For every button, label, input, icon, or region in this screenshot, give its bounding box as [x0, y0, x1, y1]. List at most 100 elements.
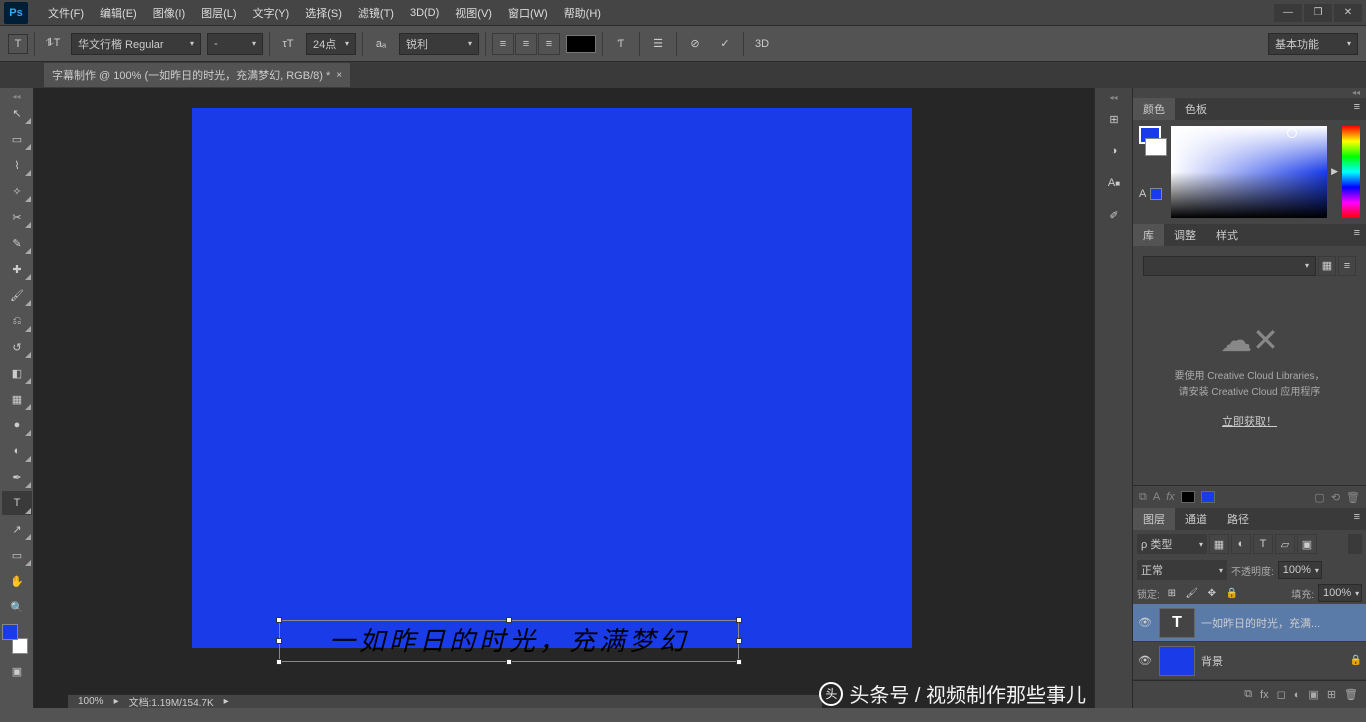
- canvas[interactable]: [192, 108, 912, 648]
- filter-smart-icon[interactable]: ▣: [1297, 534, 1317, 554]
- path-tool[interactable]: ↗: [2, 517, 32, 541]
- tool-preset-icon[interactable]: T: [8, 34, 28, 54]
- properties-panel-icon[interactable]: ◑: [1098, 137, 1130, 165]
- adjustment-icon[interactable]: ◐: [1294, 689, 1301, 701]
- wand-tool[interactable]: ✧: [2, 179, 32, 203]
- panel-grip[interactable]: ◂◂: [1133, 88, 1366, 98]
- filter-shape-icon[interactable]: ▱: [1275, 534, 1295, 554]
- eraser-tool[interactable]: ◧: [2, 361, 32, 385]
- lock-paint-icon[interactable]: 🖌: [1184, 585, 1200, 601]
- opacity-input[interactable]: 100%: [1278, 561, 1322, 579]
- mode-swatch[interactable]: [1150, 188, 1162, 200]
- tab-paths[interactable]: 路径: [1217, 508, 1259, 530]
- toolbar-grip[interactable]: ◂◂: [0, 92, 33, 100]
- align-left-button[interactable]: ≡: [492, 33, 514, 55]
- fx-icon[interactable]: fx: [1260, 689, 1269, 701]
- zoom-tool[interactable]: 🔍: [2, 595, 32, 619]
- shape-tool[interactable]: ▭: [2, 543, 32, 567]
- canvas-area[interactable]: 一如昨日的时光，充满梦幻 100% ▸ 文档:1.19M/154.7K ▸: [34, 88, 1094, 708]
- workspace-dropdown[interactable]: 基本功能: [1268, 33, 1358, 55]
- filter-type-dropdown[interactable]: ρ 类型: [1137, 534, 1207, 554]
- blend-mode-dropdown[interactable]: 正常: [1137, 560, 1227, 580]
- lock-pos-icon[interactable]: ✥: [1204, 585, 1220, 601]
- tab-layers[interactable]: 图层: [1133, 508, 1175, 530]
- document-tab[interactable]: 字幕制作 @ 100% (一如昨日的时光，充满梦幻, RGB/8) * ×: [44, 63, 350, 87]
- link-layers-icon[interactable]: ⧉: [1244, 688, 1252, 701]
- menu-layer[interactable]: 图层(L): [193, 1, 244, 25]
- lasso-tool[interactable]: ⌇: [2, 153, 32, 177]
- handle-top-right[interactable]: [736, 617, 742, 623]
- visibility-icon[interactable]: 👁: [1137, 654, 1153, 667]
- menu-help[interactable]: 帮助(H): [556, 1, 609, 25]
- handle-bot-mid[interactable]: [506, 659, 512, 665]
- menu-file[interactable]: 文件(F): [40, 1, 92, 25]
- font-style-dropdown[interactable]: -: [207, 33, 263, 55]
- arrow-icon[interactable]: ▸: [224, 696, 229, 707]
- cancel-icon[interactable]: ⊘: [683, 32, 707, 56]
- stamp-tool[interactable]: ⎌: [2, 309, 32, 333]
- eyedropper-tool[interactable]: ✎: [2, 231, 32, 255]
- handle-top-left[interactable]: [276, 617, 282, 623]
- lib-get-link[interactable]: 立即获取！: [1222, 413, 1277, 429]
- blur-tool[interactable]: ●: [2, 413, 32, 437]
- move-tool[interactable]: ↖: [2, 101, 32, 125]
- menu-view[interactable]: 视图(V): [447, 1, 500, 25]
- font-size-dropdown[interactable]: 24点: [306, 33, 356, 55]
- menu-edit[interactable]: 编辑(E): [92, 1, 145, 25]
- trash-icon[interactable]: 🗑: [1344, 688, 1358, 701]
- library-dropdown[interactable]: [1143, 256, 1316, 276]
- menu-type[interactable]: 文字(Y): [245, 1, 298, 25]
- layer-name[interactable]: 背景: [1201, 653, 1344, 669]
- panel-menu-icon[interactable]: ≡: [1348, 508, 1366, 530]
- text-content[interactable]: 一如昨日的时光，充满梦幻: [280, 621, 738, 663]
- marquee-tool[interactable]: ▭: [2, 127, 32, 151]
- layer-row[interactable]: 👁 背景 🔒: [1133, 642, 1366, 680]
- pen-tool[interactable]: ✒: [2, 465, 32, 489]
- menu-filter[interactable]: 滤镜(T): [350, 1, 402, 25]
- filter-pixel-icon[interactable]: ▦: [1209, 534, 1229, 554]
- layer-row[interactable]: 👁 T 一如昨日的时光，充满...: [1133, 604, 1366, 642]
- panel-menu-icon[interactable]: ≡: [1348, 98, 1366, 120]
- color-selector[interactable]: [2, 624, 32, 654]
- 3d-icon[interactable]: 3D: [750, 32, 774, 56]
- fill-swatch[interactable]: [1181, 491, 1195, 503]
- list-view-icon[interactable]: ≡: [1338, 256, 1356, 276]
- tab-close-icon[interactable]: ×: [336, 70, 342, 81]
- tab-channels[interactable]: 通道: [1175, 508, 1217, 530]
- maximize-button[interactable]: ❐: [1304, 4, 1332, 22]
- char-icon[interactable]: A: [1153, 491, 1160, 503]
- minimize-button[interactable]: —: [1274, 4, 1302, 22]
- dodge-tool[interactable]: ◐: [2, 439, 32, 463]
- brush-tool[interactable]: 🖌: [2, 283, 32, 307]
- panel-menu-icon[interactable]: ≡: [1348, 224, 1366, 246]
- lock-trans-icon[interactable]: ⊞: [1164, 585, 1180, 601]
- background-color[interactable]: [12, 638, 28, 654]
- commit-icon[interactable]: ✓: [713, 32, 737, 56]
- gradient-tool[interactable]: ▦: [2, 387, 32, 411]
- layer-thumb-bg[interactable]: [1159, 646, 1195, 676]
- align-icon[interactable]: ▢: [1314, 491, 1324, 504]
- filter-toggle[interactable]: [1348, 534, 1362, 554]
- layer-thumb-text[interactable]: T: [1159, 608, 1195, 638]
- quickmask-tool[interactable]: ▣: [2, 659, 32, 683]
- link-icon[interactable]: ⧉: [1139, 491, 1147, 504]
- text-bounding-box[interactable]: 一如昨日的时光，充满梦幻: [279, 620, 739, 662]
- arrow-icon[interactable]: ▸: [114, 696, 119, 707]
- trash-icon[interactable]: 🗑: [1346, 491, 1360, 504]
- crop-tool[interactable]: ✂: [2, 205, 32, 229]
- color-spectrum[interactable]: [1171, 126, 1327, 218]
- hue-strip[interactable]: [1342, 126, 1360, 218]
- menu-3d[interactable]: 3D(D): [402, 3, 447, 23]
- handle-mid-right[interactable]: [736, 638, 742, 644]
- bg-swatch[interactable]: [1145, 138, 1167, 156]
- handle-bot-left[interactable]: [276, 659, 282, 665]
- tab-adjustments[interactable]: 调整: [1164, 224, 1206, 246]
- menu-select[interactable]: 选择(S): [297, 1, 350, 25]
- heal-tool[interactable]: ✚: [2, 257, 32, 281]
- paragraph-panel-icon[interactable]: ✐: [1098, 201, 1130, 229]
- character-panel-icon[interactable]: A■: [1098, 169, 1130, 197]
- hand-tool[interactable]: ✋: [2, 569, 32, 593]
- new-layer-icon[interactable]: ⊞: [1327, 688, 1336, 701]
- fx-icon[interactable]: fx: [1166, 491, 1175, 503]
- antialiasing-dropdown[interactable]: 锐利: [399, 33, 479, 55]
